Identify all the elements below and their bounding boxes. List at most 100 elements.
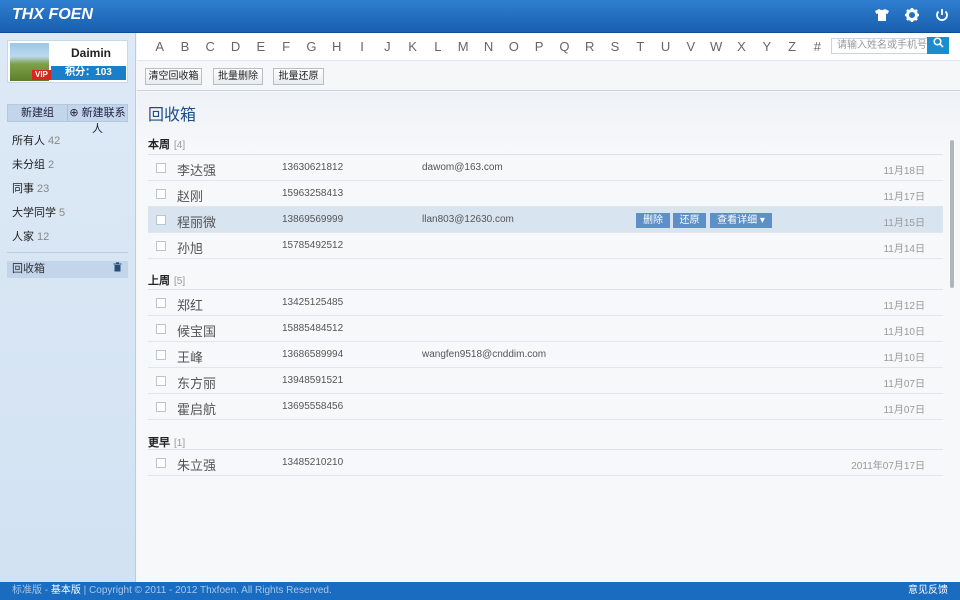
alphabet-letter[interactable]: N (476, 33, 501, 61)
alphabet-letter[interactable]: M (451, 33, 476, 61)
basic-version-link[interactable]: 基本版 (51, 585, 81, 596)
row-checkbox[interactable] (156, 458, 166, 468)
feedback-link[interactable]: 意见反馈 (908, 582, 948, 600)
row-details-button[interactable]: 查看详细 ▾ (710, 213, 772, 228)
group-count: 23 (37, 183, 50, 195)
alphabet-letter[interactable]: O (501, 33, 526, 61)
contact-name: 霍启航 (177, 402, 217, 417)
new-group-button[interactable]: 新建组 (8, 105, 67, 121)
alphabet-letters: A B C D E F G H I J K L M N O P Q R S T U V W X Y Z # (147, 33, 830, 61)
row-delete-button[interactable]: 删除 (636, 213, 670, 228)
alphabet-letter[interactable]: P (526, 33, 551, 61)
tshirt-icon[interactable] (874, 7, 890, 25)
section-title: 更早 (148, 437, 170, 449)
alphabet-letter[interactable]: H (324, 33, 349, 61)
new-contact-button[interactable]: ⊕ 新建联系人 (67, 105, 127, 135)
row-checkbox[interactable] (156, 241, 166, 251)
batch-delete-button[interactable]: 批量删除 (213, 68, 263, 85)
alphabet-letter[interactable]: R (577, 33, 602, 61)
table-row[interactable]: 赵刚 15963258413 11月17日 (148, 181, 943, 207)
table-row[interactable]: 王峰 13686589994 wangfen9518@cnddim.com 11… (148, 342, 943, 368)
table-row[interactable]: 霍启航 13695558456 11月07日 (148, 394, 943, 420)
contact-phone: 13948591521 (282, 375, 344, 386)
alphabet-letter[interactable]: W (704, 33, 729, 61)
alphabet-letter[interactable]: C (198, 33, 223, 61)
sidebar-item-trash[interactable]: 回收箱 (7, 261, 128, 278)
sidebar-item-classmates[interactable]: 大学同学 5 (7, 201, 128, 225)
alphabet-letter[interactable]: X (729, 33, 754, 61)
group-count: 5 (59, 207, 66, 219)
alphabet-letter[interactable]: J (375, 33, 400, 61)
contact-name: 东方丽 (177, 376, 217, 391)
search-button[interactable] (927, 37, 949, 54)
alphabet-letter[interactable]: V (678, 33, 703, 61)
contact-name: 候宝国 (177, 324, 217, 339)
contact-email: dawom@163.com (422, 162, 503, 173)
alphabet-letter[interactable]: F (273, 33, 298, 61)
table-row-highlighted[interactable]: 程丽微 13869569999 llan803@12630.com 删除 还原 … (148, 207, 943, 233)
batch-restore-button[interactable]: 批量还原 (273, 68, 324, 85)
gear-icon[interactable] (904, 7, 920, 25)
contact-phone: 15885484512 (282, 323, 344, 334)
group-label: 同事 (12, 183, 34, 195)
alphabet-letter[interactable]: L (425, 33, 450, 61)
row-checkbox[interactable] (156, 324, 166, 334)
app-logo[interactable]: THX FOEN (12, 6, 93, 24)
table-row[interactable]: 孙旭 15785492512 11月14日 (148, 233, 943, 259)
alphabet-letter[interactable]: B (172, 33, 197, 61)
search-input[interactable]: 请输入姓名或手机号 (831, 38, 929, 54)
section-title: 上周 (148, 275, 170, 287)
sidebar-item-colleagues[interactable]: 同事 23 (7, 177, 128, 201)
row-checkbox[interactable] (156, 350, 166, 360)
sidebar-item-ungrouped[interactable]: 未分组 2 (7, 153, 128, 177)
table-row[interactable]: 东方丽 13948591521 11月07日 (148, 368, 943, 394)
sidebar-item-all[interactable]: 所有人 42 (7, 129, 128, 153)
username: Daimin (70, 46, 111, 60)
row-checkbox[interactable] (156, 376, 166, 386)
table-row[interactable]: 郑红 13425125485 11月12日 (148, 290, 943, 316)
section-header-this-week: 本周 [4] (148, 136, 185, 152)
row-checkbox[interactable] (156, 189, 166, 199)
contact-name: 王峰 (177, 350, 204, 365)
empty-trash-button[interactable]: 清空回收箱 (145, 68, 202, 85)
contact-date: 11月07日 (883, 405, 925, 416)
table-row[interactable]: 候宝国 15885484512 11月10日 (148, 316, 943, 342)
contact-name: 孙旭 (177, 241, 204, 256)
search-icon (932, 37, 944, 51)
table-row[interactable]: 李达强 13630621812 dawom@163.com 11月18日 (148, 155, 943, 181)
contact-phone: 15785492512 (282, 240, 344, 251)
alphabet-letter[interactable]: S (602, 33, 627, 61)
alphabet-letter[interactable]: Q (552, 33, 577, 61)
contact-phone: 13695558456 (282, 401, 344, 412)
alphabet-letter[interactable]: # (805, 33, 830, 61)
alphabet-letter[interactable]: G (299, 33, 324, 61)
profile-card[interactable]: VIP Daimin 积分：103 (7, 40, 128, 83)
row-restore-button[interactable]: 还原 (673, 213, 706, 228)
group-actions: 新建组 ⊕ 新建联系人 (7, 104, 128, 135)
page-title: 回收箱 (148, 107, 197, 124)
row-checkbox[interactable] (156, 298, 166, 308)
row-checkbox[interactable] (156, 402, 166, 412)
alphabet-letter[interactable]: K (400, 33, 425, 61)
alphabet-letter[interactable]: U (653, 33, 678, 61)
alphabet-letter[interactable]: I (349, 33, 374, 61)
alphabet-letter[interactable]: A (147, 33, 172, 61)
power-icon[interactable] (934, 7, 950, 25)
row-checkbox[interactable] (156, 215, 166, 225)
alphabet-letter[interactable]: Y (754, 33, 779, 61)
contact-phone: 13686589994 (282, 349, 344, 360)
scrollbar[interactable] (950, 140, 954, 288)
alphabet-letter[interactable]: D (223, 33, 248, 61)
alphabet-letter[interactable]: E (248, 33, 273, 61)
footer: 标准版 - 基本版 | Copyright © 2011 - 2012 Thxf… (0, 582, 960, 600)
contact-date: 11月14日 (883, 244, 925, 255)
standard-version-link[interactable]: 标准版 (12, 585, 42, 596)
sidebar-divider (7, 252, 128, 253)
alphabet-letter[interactable]: T (628, 33, 653, 61)
table-row[interactable]: 朱立强 13485210210 2011年07月17日 (148, 450, 943, 476)
alphabet-letter[interactable]: Z (779, 33, 804, 61)
row-checkbox[interactable] (156, 163, 166, 173)
sidebar-item-family[interactable]: 人家 12 (7, 225, 128, 249)
main-content: 回收箱 本周 [4] 李达强 13630621812 dawom@163.com … (137, 92, 960, 582)
contact-name: 郑红 (177, 298, 204, 313)
